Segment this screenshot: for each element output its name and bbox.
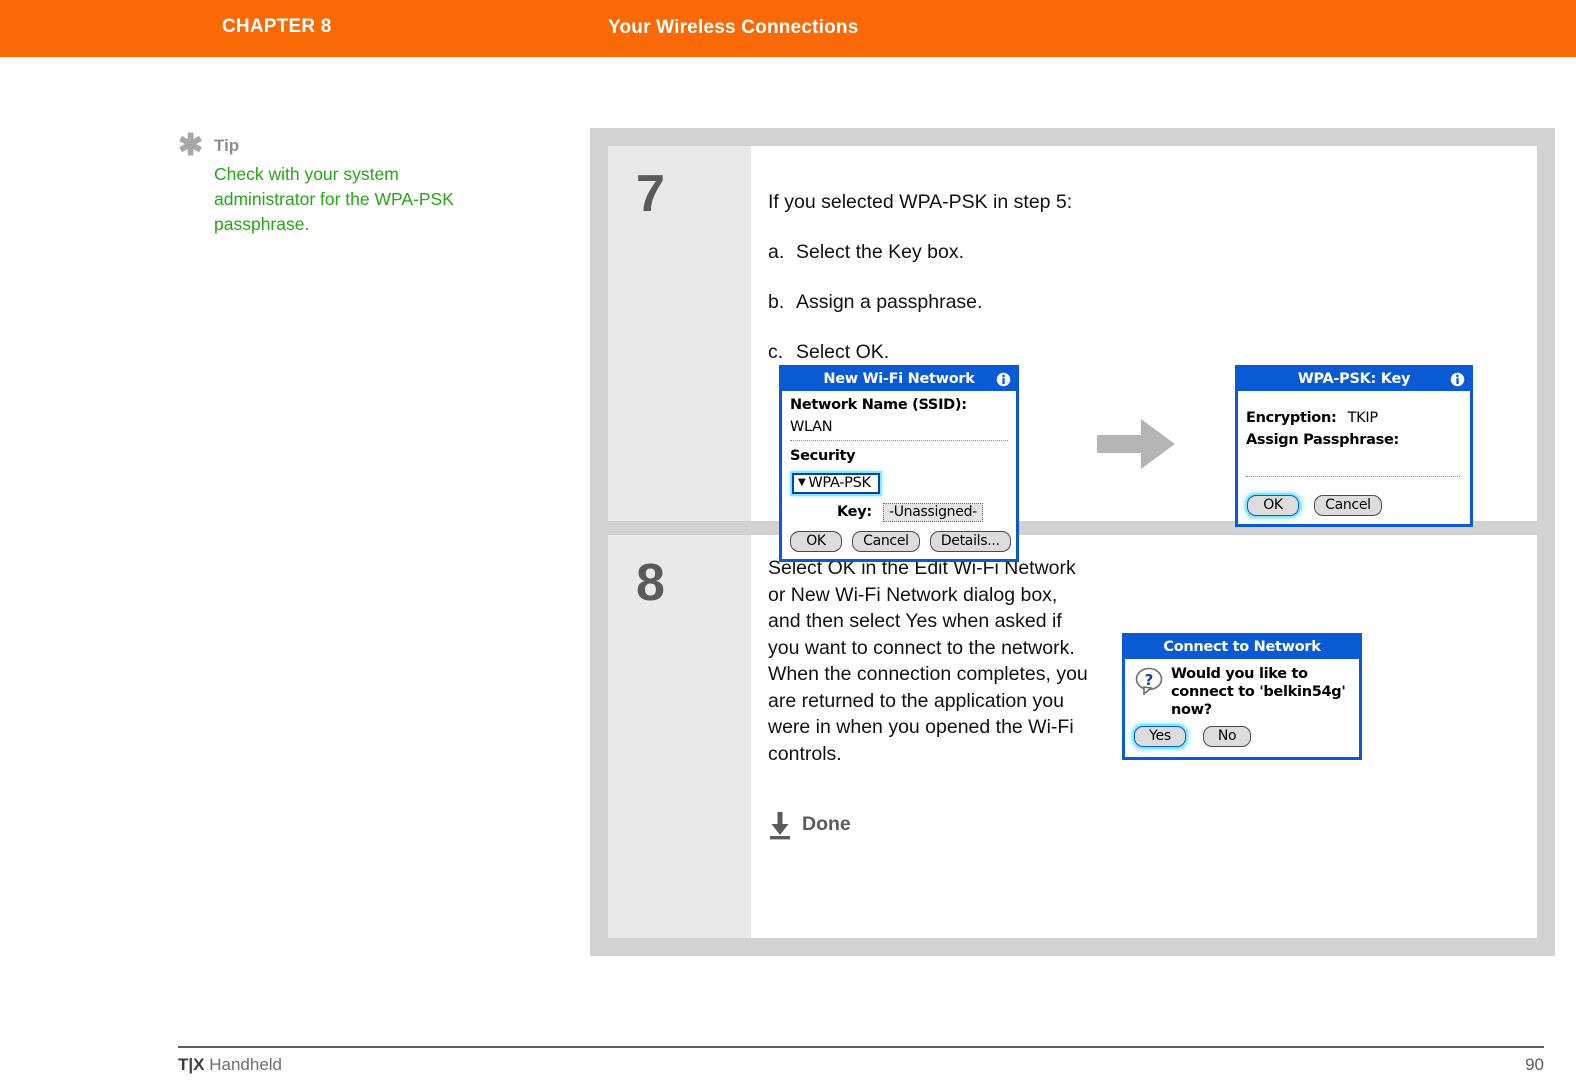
connect-to-network-title-bar: Connect to Network — [1125, 636, 1359, 659]
steps-frame: 7 If you selected WPA-PSK in step 5: a. S… — [590, 128, 1555, 956]
step-7-lead-text: If you selected WPA-PSK in step 5: — [768, 191, 1073, 213]
svg-text:?: ? — [1145, 671, 1154, 689]
assign-passphrase-label: Assign Passphrase: — [1246, 432, 1399, 448]
step-7-item-a: a. Select the Key box. — [768, 241, 964, 264]
chevron-down-icon: ▼ — [798, 477, 806, 488]
ok-button[interactable]: OK — [790, 531, 842, 552]
key-value-box[interactable]: -Unassigned- — [882, 503, 983, 522]
encryption-label: Encryption: — [1246, 410, 1337, 426]
asterisk-icon: ✱ — [178, 129, 204, 162]
step-7-item-c: c. Select OK. — [768, 341, 889, 364]
new-wifi-network-buttons: OK Cancel Details... — [790, 530, 1011, 552]
step-7-number-column: 7 — [608, 146, 751, 521]
right-arrow-icon — [1097, 419, 1175, 469]
security-label: Security — [790, 448, 856, 464]
chapter-title: Your Wireless Connections — [608, 17, 859, 38]
connect-to-network-dialog[interactable]: Connect to Network ? Would you like to c… — [1122, 633, 1362, 760]
key-label: Key: — [837, 504, 872, 520]
encryption-row: Encryption: TKIP — [1246, 407, 1378, 426]
tip-body-text: Check with your system administrator for… — [214, 164, 454, 234]
encryption-value: TKIP — [1347, 410, 1378, 426]
step-8-number-column: 8 — [608, 535, 751, 938]
step-8-number: 8 — [636, 554, 665, 612]
info-icon[interactable] — [1450, 372, 1465, 387]
page-header: CHAPTER 8 Your Wireless Connections — [0, 0, 1576, 57]
down-arrow-to-line-icon — [770, 812, 790, 840]
wpa-psk-key-buttons: OK Cancel — [1247, 494, 1382, 516]
document-page: CHAPTER 8 Your Wireless Connections ✱ Ti… — [0, 0, 1576, 1081]
info-icon[interactable] — [996, 372, 1011, 387]
wpa-psk-key-dialog[interactable]: WPA-PSK: Key Encryption: TKIP Assign Pas… — [1235, 365, 1473, 527]
wpa-psk-key-title: WPA-PSK: Key — [1297, 371, 1411, 387]
yes-button[interactable]: Yes — [1134, 726, 1186, 747]
new-wifi-network-title: New Wi-Fi Network — [823, 371, 975, 387]
wpa-psk-key-title-bar: WPA-PSK: Key — [1238, 368, 1470, 391]
ssid-label: Network Name (SSID): — [790, 397, 967, 413]
footer-product: T|X Handheld — [178, 1055, 282, 1075]
connect-to-network-message: Would you like to connect to 'belkin54g'… — [1171, 666, 1346, 718]
ssid-value[interactable]: WLAN — [790, 419, 833, 435]
step-8-text: Select OK in the Edit Wi-Fi Network or N… — [768, 557, 1088, 765]
security-selector-value: WPA-PSK — [808, 475, 871, 491]
question-bubble-icon: ? — [1135, 667, 1163, 695]
step-7-item-b-text: Assign a passphrase. — [796, 291, 983, 313]
ok-button[interactable]: OK — [1247, 495, 1299, 516]
tip-label: Tip — [214, 136, 240, 155]
step-7-item-c-text: Select OK. — [796, 341, 890, 363]
step-7-item-b: b. Assign a passphrase. — [768, 291, 982, 314]
cancel-button[interactable]: Cancel — [1314, 495, 1382, 516]
step-7-item-a-marker: a. — [768, 241, 785, 263]
step-7-item-c-marker: c. — [768, 341, 784, 363]
connect-to-network-content: ? Would you like to connect to 'belkin54… — [1125, 659, 1359, 757]
page-number: 90 — [1525, 1055, 1544, 1074]
step-7-item-a-text: Select the Key box. — [796, 241, 965, 263]
new-wifi-network-content: Network Name (SSID): WLAN Security ▼ WPA-… — [782, 391, 1016, 559]
new-wifi-network-title-bar: New Wi-Fi Network — [782, 368, 1016, 391]
connect-to-network-title: Connect to Network — [1163, 639, 1321, 655]
security-selector[interactable]: ▼ WPA-PSK — [792, 472, 880, 494]
passphrase-underline — [1246, 476, 1460, 477]
passphrase-input[interactable] — [1246, 457, 1458, 473]
new-wifi-network-dialog[interactable]: New Wi-Fi Network Network Name (SSID): W… — [779, 365, 1019, 562]
details-button[interactable]: Details... — [929, 531, 1011, 552]
ssid-underline — [790, 440, 1008, 441]
key-row: Key: -Unassigned- — [837, 501, 983, 522]
step-7-item-b-marker: b. — [768, 291, 785, 313]
no-button[interactable]: No — [1203, 726, 1252, 747]
chapter-label: CHAPTER 8 — [222, 16, 332, 37]
footer-product-bold: T|X — [178, 1055, 205, 1074]
cancel-button[interactable]: Cancel — [852, 531, 920, 552]
connect-to-network-buttons: Yes No — [1134, 725, 1252, 747]
done-label: Done — [802, 813, 851, 835]
footer-product-light: Handheld — [209, 1055, 282, 1074]
wpa-psk-key-content: Encryption: TKIP Assign Passphrase: OK C… — [1238, 391, 1470, 524]
step-8: 8 Select OK in the Edit Wi-Fi Network or… — [608, 535, 1537, 938]
step-7-number: 7 — [636, 165, 665, 223]
footer-divider — [178, 1046, 1544, 1048]
